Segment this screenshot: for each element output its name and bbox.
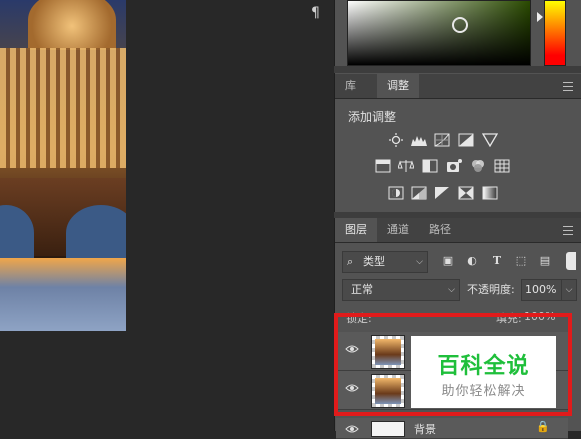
blend-mode-value: 正常 <box>351 283 373 296</box>
photo-facade <box>0 48 126 168</box>
selective-color-icon[interactable] <box>458 186 474 200</box>
photo-water <box>0 258 126 331</box>
gradient-map-icon[interactable] <box>482 186 498 200</box>
paragraph-icon[interactable]: ¶ <box>311 5 327 21</box>
hue-slider[interactable] <box>544 0 566 66</box>
layer-name[interactable]: 背景 <box>414 421 436 437</box>
black-white-icon[interactable] <box>422 159 438 173</box>
adjustment-filter-icon[interactable]: ◐ <box>465 254 479 268</box>
filter-toggle[interactable] <box>566 252 576 270</box>
invert-icon[interactable] <box>388 186 404 200</box>
hue-saturation-icon[interactable] <box>375 159 391 173</box>
shape-filter-icon[interactable]: ⬚ <box>514 254 528 268</box>
layer-thumbnail <box>371 421 405 437</box>
layer-filter-select[interactable]: ⌕ 类型 ⌵ <box>342 251 428 273</box>
brightness-icon[interactable] <box>388 133 404 147</box>
photo-filter-icon[interactable] <box>446 159 462 173</box>
color-picker-cursor[interactable] <box>452 17 468 33</box>
lock-icon: 🔒 <box>536 420 550 433</box>
search-icon: ⌕ <box>347 255 354 268</box>
tab-layers[interactable]: 图层 <box>335 218 377 242</box>
chevron-down-icon: ⌵ <box>448 285 455 295</box>
panel-menu-icon[interactable] <box>563 82 573 91</box>
opacity-input[interactable]: 100% <box>521 279 562 301</box>
color-picker-field[interactable] <box>347 0 531 66</box>
eye-icon[interactable] <box>345 424 359 434</box>
levels-icon[interactable] <box>411 133 427 147</box>
tab-library[interactable]: 库 <box>335 74 366 98</box>
photo-arch <box>66 205 126 261</box>
smart-object-filter-icon[interactable]: ▤ <box>538 254 552 268</box>
curves-icon[interactable] <box>434 133 450 147</box>
exposure-icon[interactable] <box>458 133 474 147</box>
adjust-tab-bar: 库 调整 <box>335 74 581 99</box>
posterize-icon[interactable] <box>411 186 427 200</box>
highlight-box <box>334 313 572 416</box>
blend-mode-select[interactable]: 正常 ⌵ <box>342 279 460 301</box>
vibrance-icon[interactable] <box>481 133 499 148</box>
panel-divider <box>334 66 581 73</box>
layer-row-background[interactable]: 背景 🔒 <box>336 418 568 439</box>
tab-paths[interactable]: 路径 <box>419 218 461 242</box>
layers-tab-bar: 图层 通道 路径 <box>335 218 581 243</box>
opacity-dropdown[interactable]: ⌵ <box>561 279 577 301</box>
hue-slider-handle[interactable] <box>537 12 543 22</box>
canvas-image[interactable] <box>0 0 126 331</box>
pixel-filter-icon[interactable]: ▣ <box>441 254 455 268</box>
opacity-label: 不透明度: <box>467 283 515 296</box>
type-filter-icon[interactable]: T <box>490 254 504 268</box>
color-balance-icon[interactable] <box>397 159 415 173</box>
channel-mixer-icon[interactable] <box>470 159 486 173</box>
tab-adjustments[interactable]: 调整 <box>377 74 419 98</box>
color-lookup-icon[interactable] <box>494 159 510 173</box>
photo-dome <box>28 0 116 50</box>
adjust-title: 添加调整 <box>348 110 397 124</box>
threshold-icon[interactable] <box>434 186 450 200</box>
tab-channels[interactable]: 通道 <box>377 218 419 242</box>
panel-menu-icon[interactable] <box>563 226 573 235</box>
chevron-down-icon: ⌵ <box>416 257 423 267</box>
layer-filter-label: 类型 <box>363 255 385 268</box>
